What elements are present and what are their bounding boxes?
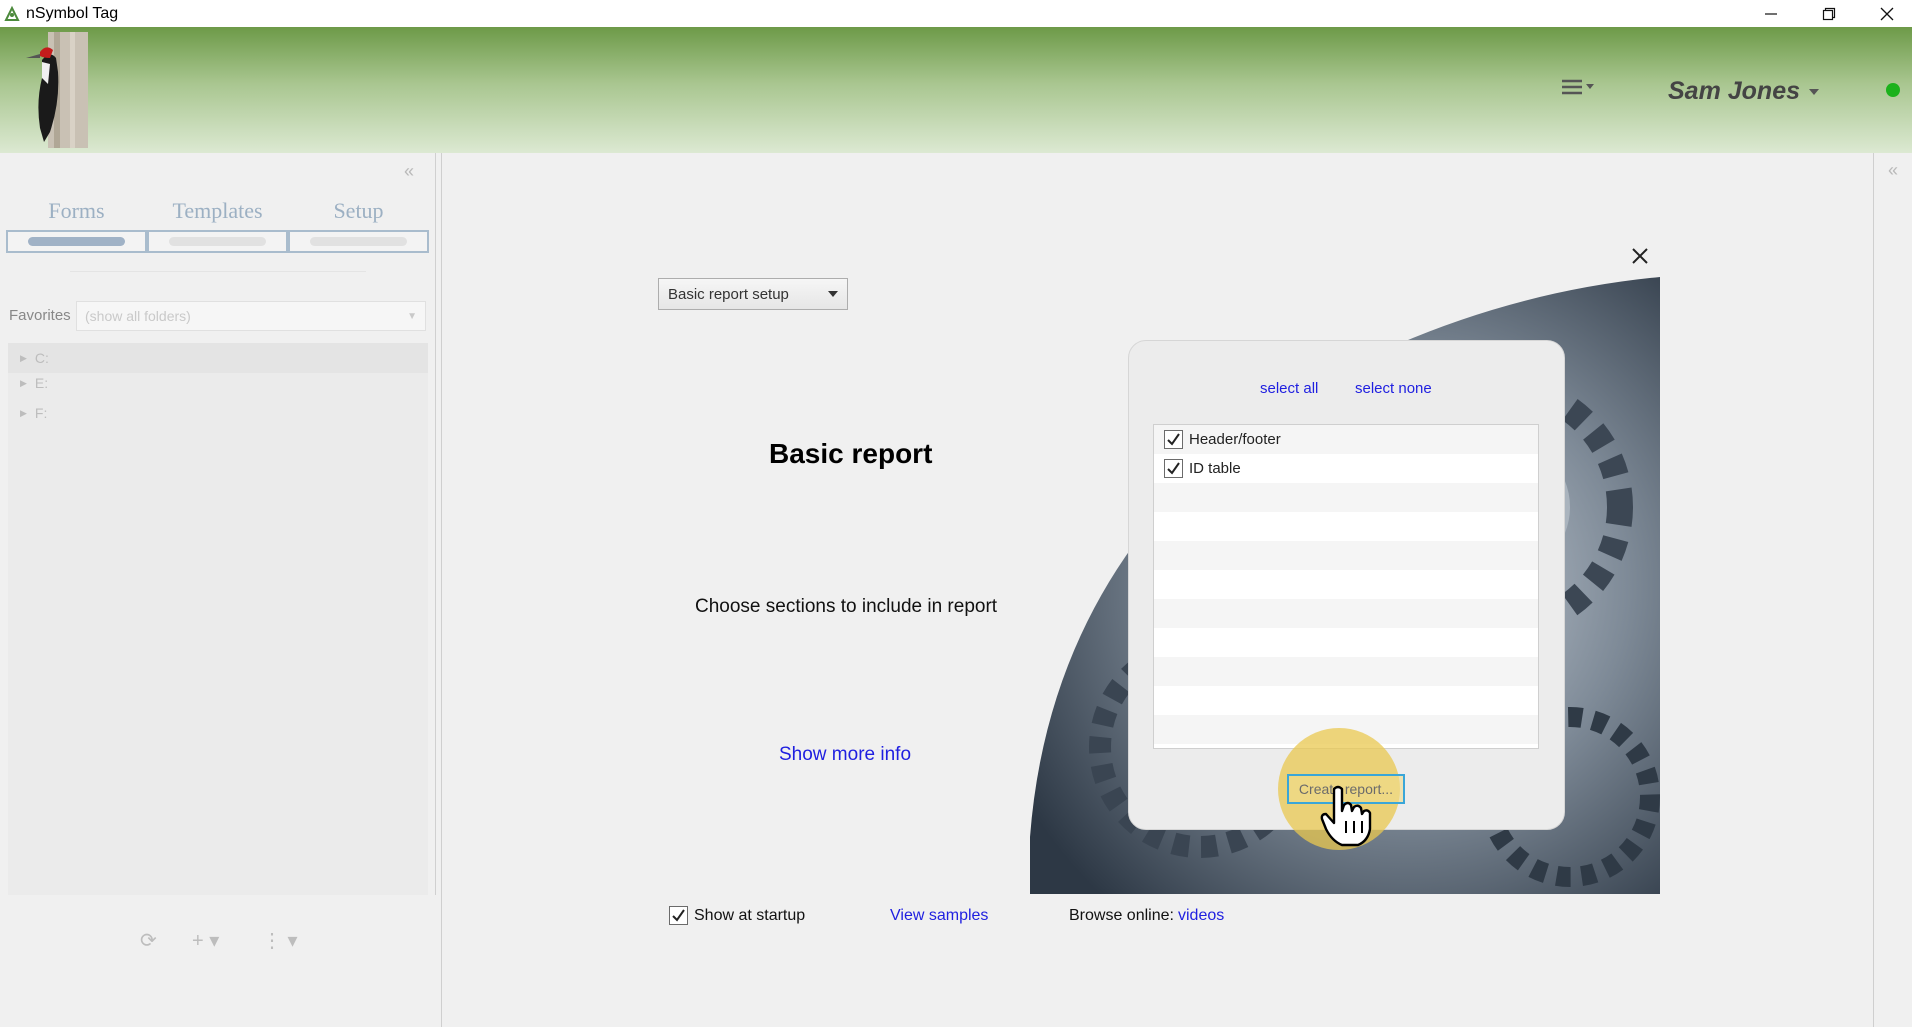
section-id-table[interactable]: ID table xyxy=(1164,459,1241,478)
close-dialog-button[interactable] xyxy=(1628,244,1652,268)
expand-arrow-icon: ▶ xyxy=(20,407,27,418)
collapse-left-panel-button[interactable]: « xyxy=(404,161,414,182)
tab-indicator xyxy=(288,230,429,253)
woodpecker-logo xyxy=(26,32,88,148)
view-samples-link[interactable]: View samples xyxy=(890,907,988,925)
window-title: nSymbol Tag xyxy=(26,5,119,22)
connection-status-indicator xyxy=(1886,83,1900,97)
tab-label: Templates xyxy=(172,198,263,223)
list-item xyxy=(1154,570,1538,599)
select-none-link[interactable]: select none xyxy=(1355,380,1432,397)
videos-link[interactable]: videos xyxy=(1178,907,1224,925)
tab-setup[interactable]: Setup xyxy=(288,198,429,254)
chevron-down-icon xyxy=(1809,88,1820,95)
app-logo-icon xyxy=(4,5,20,21)
tree-item-label: C: xyxy=(34,350,49,366)
app-window: nSymbol Tag Sam Jones « Forms Templates … xyxy=(0,0,1912,1027)
list-item xyxy=(1154,512,1538,541)
checkbox-header-footer[interactable] xyxy=(1164,430,1183,449)
page-title: Basic report xyxy=(769,438,933,469)
tree-item-label: E: xyxy=(34,375,49,391)
close-icon xyxy=(1632,248,1648,264)
restore-icon xyxy=(1822,7,1836,20)
divider xyxy=(70,271,366,272)
checkmark-icon xyxy=(672,909,685,922)
show-at-startup-label: Show at startup xyxy=(694,906,806,924)
tab-label: Forms xyxy=(48,198,105,223)
tab-forms[interactable]: Forms xyxy=(6,198,147,254)
report-type-select[interactable]: Basic report setup xyxy=(658,278,848,310)
more-options-button[interactable]: ⋮ ▾ xyxy=(262,928,298,953)
close-window-button[interactable] xyxy=(1858,0,1912,27)
list-item xyxy=(1154,628,1538,657)
list-item xyxy=(1154,599,1538,628)
kebab-dropdown-icon: ⋮ ▾ xyxy=(262,930,298,952)
section-label: Header/footer xyxy=(1189,431,1281,448)
checkmark-icon xyxy=(1167,433,1180,446)
refresh-button[interactable]: ⟳ xyxy=(140,928,157,953)
app-header: Sam Jones xyxy=(0,27,1912,153)
tab-indicator xyxy=(147,230,288,253)
report-type-value: Basic report setup xyxy=(668,286,789,303)
main-menu-button[interactable] xyxy=(1558,75,1602,99)
user-name: Sam Jones xyxy=(1668,77,1801,105)
page-subtitle: Choose sections to include in report xyxy=(695,596,998,617)
close-icon xyxy=(1880,7,1894,20)
user-menu-button[interactable]: Sam Jones xyxy=(1668,77,1820,106)
favorites-selected-value: (show all folders) xyxy=(85,308,191,324)
checkbox-id-table[interactable] xyxy=(1164,459,1183,478)
tab-templates[interactable]: Templates xyxy=(147,198,288,254)
tree-item-drive-e[interactable]: ▶ E: xyxy=(8,368,428,398)
chevron-down-icon: ▼ xyxy=(407,311,417,322)
chevron-down-icon xyxy=(828,291,838,297)
hand-pointer-cursor-icon xyxy=(1320,785,1372,847)
restore-button[interactable] xyxy=(1800,0,1858,27)
right-panel xyxy=(1875,153,1912,1027)
tab-indicator xyxy=(6,230,147,253)
show-more-info-link[interactable]: Show more info xyxy=(779,744,911,766)
double-chevron-left-icon: « xyxy=(404,161,415,181)
select-all-link[interactable]: select all xyxy=(1260,380,1318,397)
section-label: ID table xyxy=(1189,460,1241,477)
hamburger-dropdown-icon xyxy=(1562,79,1594,95)
list-item xyxy=(1154,541,1538,570)
left-tabs: Forms Templates Setup xyxy=(6,198,430,254)
left-panel: « Forms Templates Setup Favorites (show … xyxy=(0,153,436,1027)
minimize-button[interactable] xyxy=(1742,0,1800,27)
list-item xyxy=(1154,483,1538,512)
refresh-icon: ⟳ xyxy=(140,930,157,952)
left-panel-footer: ⟳ + ▾ ⋮ ▾ xyxy=(0,895,436,1027)
tree-item-label: F: xyxy=(34,405,48,421)
expand-arrow-icon: ▶ xyxy=(20,352,27,363)
browse-online-label: Browse online: xyxy=(1069,907,1174,924)
favorites-select[interactable]: (show all folders) ▼ xyxy=(76,301,426,331)
list-item xyxy=(1154,686,1538,715)
add-menu-button[interactable]: + ▾ xyxy=(192,928,219,953)
tree-item-drive-f[interactable]: ▶ F: xyxy=(8,398,428,428)
list-item xyxy=(1154,657,1538,686)
tab-label: Setup xyxy=(333,198,384,223)
title-bar: nSymbol Tag xyxy=(0,0,1912,27)
sections-list: Header/footer ID table xyxy=(1153,424,1539,749)
double-chevron-left-icon: « xyxy=(1888,160,1899,180)
favorites-label: Favorites xyxy=(9,307,71,324)
show-at-startup-checkbox[interactable] xyxy=(669,906,688,925)
expand-right-panel-button[interactable]: « xyxy=(1888,160,1898,181)
plus-dropdown-icon: + ▾ xyxy=(192,930,220,952)
checkmark-icon xyxy=(1167,462,1180,475)
expand-arrow-icon: ▶ xyxy=(20,377,27,388)
section-header-footer[interactable]: Header/footer xyxy=(1164,430,1281,449)
minimize-icon xyxy=(1765,12,1777,15)
show-at-startup-option[interactable]: Show at startup xyxy=(669,906,805,925)
